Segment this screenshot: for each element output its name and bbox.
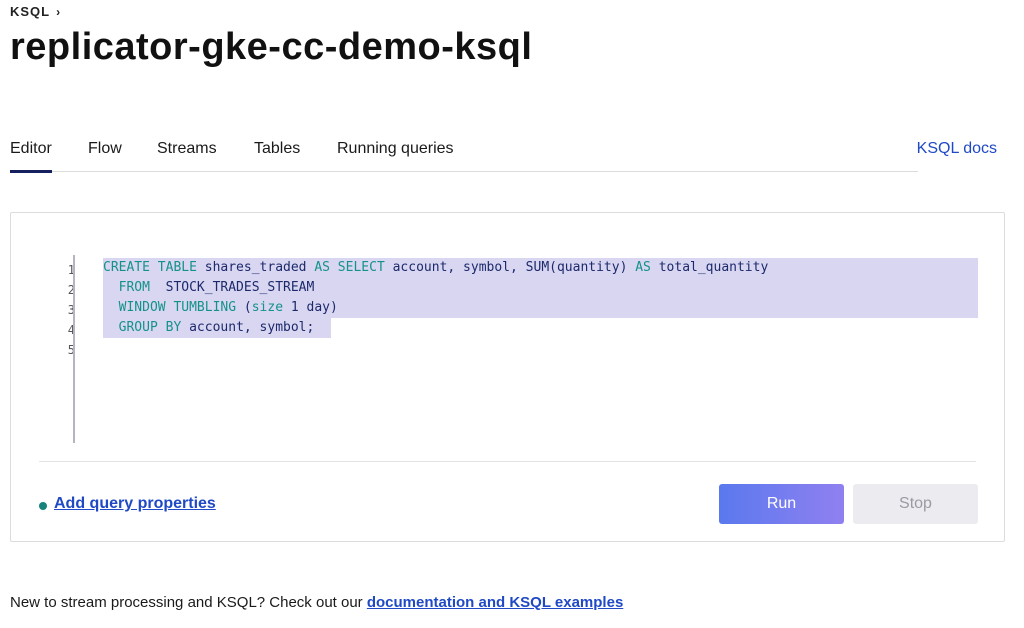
breadcrumb[interactable]: KSQL › <box>10 4 61 19</box>
documentation-link[interactable]: documentation and KSQL examples <box>367 594 623 611</box>
code-text: ( <box>236 300 252 315</box>
tab-flow[interactable]: Flow <box>88 140 122 170</box>
code-editor[interactable]: CREATE TABLE shares_traded AS SELECT acc… <box>103 258 978 358</box>
code-line: CREATE TABLE shares_traded AS SELECT acc… <box>103 258 978 278</box>
ksql-docs-link[interactable]: KSQL docs <box>917 140 997 158</box>
status-dot-icon <box>39 502 47 510</box>
code-text: 1 day) <box>283 300 338 315</box>
code-line: WINDOW TUMBLING (size 1 day) <box>103 298 978 318</box>
code-keyword: AS <box>635 260 651 275</box>
card-divider <box>39 461 976 462</box>
code-line: FROM STOCK_TRADES_STREAM <box>103 278 978 298</box>
stop-button[interactable]: Stop <box>853 484 978 524</box>
breadcrumb-ksql[interactable]: KSQL <box>10 4 50 19</box>
line-number: 1 <box>67 263 75 277</box>
code-text: account, symbol, SUM(quantity) <box>384 260 636 275</box>
code-keyword: CREATE TABLE <box>103 260 197 275</box>
chevron-right-icon: › <box>56 4 62 19</box>
line-number-gutter: 1 2 3 4 5 <box>51 260 75 360</box>
page-title: replicator-gke-cc-demo-ksql <box>10 26 533 68</box>
code-line: GROUP BY account, symbol; <box>103 318 978 338</box>
code-text: shares_traded <box>196 260 315 275</box>
tab-editor[interactable]: Editor <box>10 140 52 173</box>
tab-streams[interactable]: Streams <box>157 140 217 170</box>
line-number: 5 <box>67 343 75 357</box>
tab-running-queries[interactable]: Running queries <box>337 140 454 170</box>
footer-text: New to stream processing and KSQL? Check… <box>10 594 367 611</box>
code-keyword: WINDOW TUMBLING <box>118 300 237 315</box>
code-keyword: GROUP BY <box>118 320 182 335</box>
code-text: STOCK_TRADES_STREAM <box>149 280 315 295</box>
line-number: 4 <box>67 323 75 337</box>
code-keyword: size <box>251 300 284 315</box>
line-number: 3 <box>67 303 75 317</box>
code-text: account, symbol; <box>181 320 315 335</box>
add-query-properties-link[interactable]: Add query properties <box>54 495 216 513</box>
query-editor-card: 1 2 3 4 5 CREATE TABLE shares_traded AS … <box>10 212 1005 542</box>
tab-bar: Editor Flow Streams Tables Running queri… <box>10 140 918 173</box>
footer-note: New to stream processing and KSQL? Check… <box>10 594 623 611</box>
line-number: 2 <box>67 283 75 297</box>
code-text: total_quantity <box>650 260 769 275</box>
code-keyword: AS SELECT <box>314 260 385 275</box>
tab-tables[interactable]: Tables <box>254 140 300 170</box>
run-button[interactable]: Run <box>719 484 844 524</box>
code-keyword: FROM <box>118 280 150 295</box>
gutter-divider <box>73 255 75 443</box>
